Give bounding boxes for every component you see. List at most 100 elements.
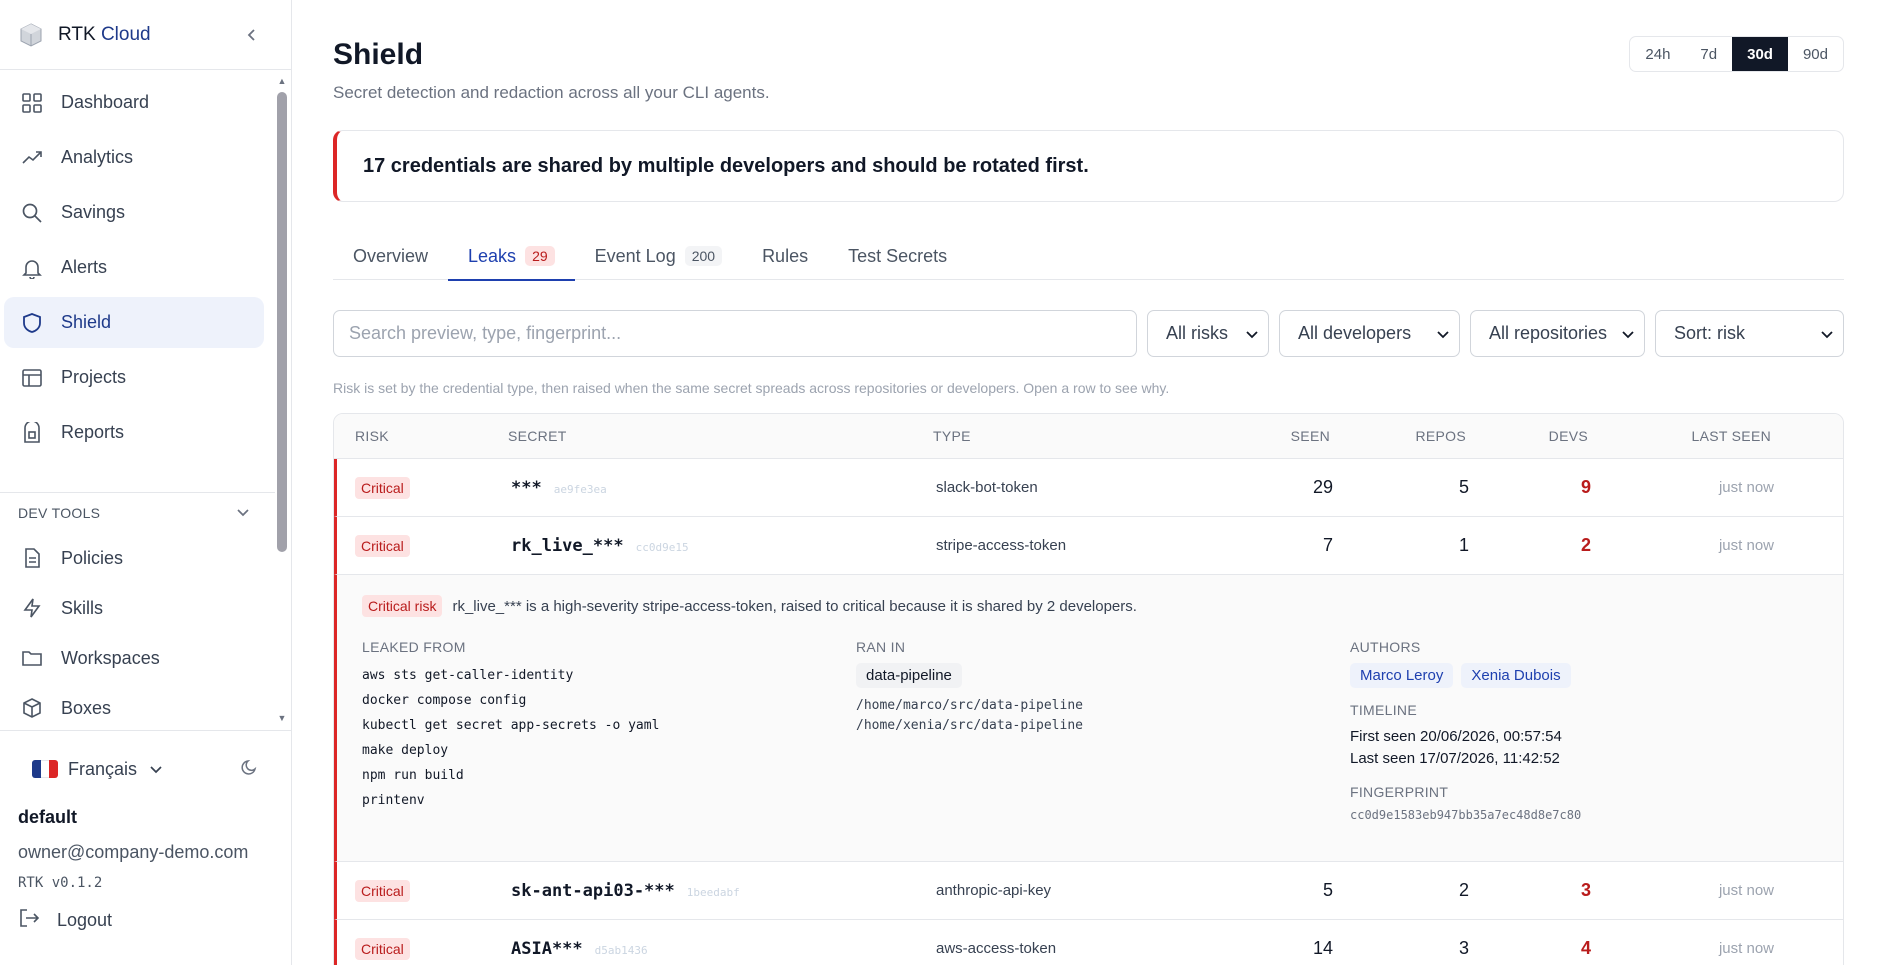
- author-chip[interactable]: Xenia Dubois: [1461, 663, 1571, 688]
- folder-icon: [20, 646, 44, 670]
- fingerprint-short: d5ab1436: [594, 943, 648, 957]
- devs-cell: 9: [1580, 477, 1591, 497]
- projects-icon: [20, 366, 44, 390]
- col-secret[interactable]: SECRET: [508, 428, 933, 444]
- tab-label: Leaks: [468, 245, 517, 266]
- col-seen[interactable]: SEEN: [1223, 428, 1330, 444]
- secret-cell: rk_live_*** cc0d9e15: [511, 536, 936, 556]
- document-icon: [20, 546, 44, 570]
- repos-cell: 3: [1458, 938, 1469, 958]
- col-repos[interactable]: REPOS: [1330, 428, 1466, 444]
- nav-item-skills[interactable]: Skills: [4, 585, 264, 631]
- scroll-up-arrow-icon[interactable]: ▲: [276, 75, 288, 87]
- col-type[interactable]: TYPE: [933, 428, 1223, 444]
- col-last-seen[interactable]: LAST SEEN: [1588, 428, 1771, 444]
- dark-mode-toggle-icon[interactable]: [241, 758, 259, 781]
- repo-chip[interactable]: data-pipeline: [856, 663, 962, 688]
- devs-cell: 2: [1580, 535, 1591, 555]
- sidebar-scrollbar[interactable]: ▲ ▼: [276, 72, 288, 724]
- fingerprint-short: cc0d9e15: [635, 540, 689, 554]
- tab-leaks[interactable]: Leaks 29: [448, 232, 575, 281]
- tab-event-log[interactable]: Event Log 200: [575, 232, 742, 280]
- last-seen-cell: just now: [1718, 537, 1774, 554]
- nav-item-shield[interactable]: Shield: [4, 297, 264, 348]
- select-value: All repositories: [1489, 323, 1608, 343]
- select-value: All developers: [1298, 323, 1412, 343]
- last-seen-cell: just now: [1718, 479, 1774, 496]
- table-row[interactable]: Critical *** ae9fe3ea slack-bot-token 29 …: [334, 459, 1843, 517]
- secret-preview: ***: [511, 477, 542, 498]
- authors-section: AUTHORS Marco Leroy Xenia Dubois TIMELINE…: [1350, 639, 1581, 822]
- author-chip[interactable]: Marco Leroy: [1350, 663, 1454, 688]
- nav-item-analytics[interactable]: Analytics: [4, 132, 264, 183]
- devs-cell: 3: [1580, 880, 1591, 900]
- range-30d[interactable]: 30d: [1732, 37, 1788, 71]
- bell-icon: [20, 256, 44, 280]
- scroll-down-arrow-icon[interactable]: ▼: [276, 712, 288, 724]
- chevron-down-icon[interactable]: [149, 759, 163, 780]
- tab-label: Overview: [353, 245, 429, 266]
- section-title: TIMELINE: [1350, 702, 1417, 718]
- seen-cell: 7: [1322, 535, 1333, 555]
- range-24h[interactable]: 24h: [1630, 37, 1685, 71]
- col-devs[interactable]: DEVS: [1466, 428, 1588, 444]
- leaked-command: make deploy: [362, 743, 449, 758]
- chevron-down-icon: [1622, 323, 1634, 344]
- repos-cell: 2: [1458, 880, 1469, 900]
- nav-label: Dashboard: [61, 92, 150, 112]
- nav-label: Policies: [61, 547, 124, 568]
- nav-item-policies[interactable]: Policies: [4, 535, 264, 581]
- risk-badge: Critical: [355, 879, 410, 902]
- sort-select[interactable]: Sort: risk: [1655, 310, 1844, 357]
- box-icon: [20, 696, 44, 720]
- range-7d[interactable]: 7d: [1685, 37, 1732, 71]
- risk-filter-select[interactable]: All risks: [1147, 310, 1269, 357]
- nav-item-boxes[interactable]: Boxes: [4, 685, 264, 731]
- brand-name: RTK Cloud: [58, 24, 151, 46]
- search-icon: [20, 201, 44, 225]
- nav-item-dashboard[interactable]: Dashboard: [4, 77, 264, 128]
- tab-count-badge: 200: [684, 246, 723, 266]
- nav-item-alerts[interactable]: Alerts: [4, 242, 264, 293]
- last-seen: Last seen 17/07/2026, 11:42:52: [1350, 750, 1560, 767]
- type-cell: slack-bot-token: [936, 479, 1038, 496]
- risk-badge: Critical risk: [362, 595, 443, 617]
- logout-label: Logout: [57, 910, 113, 930]
- page-title: Shield: [333, 38, 424, 71]
- dev-tools-toggle[interactable]: DEV TOOLS: [18, 505, 250, 521]
- detail-summary-text: rk_live_*** is a high-severity stripe-ac…: [452, 597, 1137, 615]
- table-header: RISK SECRET TYPE SEEN REPOS DEVS LAST SE…: [334, 414, 1843, 459]
- range-90d[interactable]: 90d: [1788, 37, 1843, 71]
- developers-filter-select[interactable]: All developers: [1279, 310, 1460, 357]
- language-selector[interactable]: Français: [68, 759, 137, 780]
- seen-cell: 14: [1312, 938, 1333, 958]
- select-value: All risks: [1166, 323, 1228, 343]
- detail-summary: Critical risk rk_live_*** is a high-seve…: [362, 595, 1137, 617]
- tab-overview[interactable]: Overview: [333, 232, 448, 280]
- tab-test-secrets[interactable]: Test Secrets: [828, 232, 967, 280]
- nav-item-savings[interactable]: Savings: [4, 187, 264, 238]
- nav-item-reports[interactable]: Reports: [4, 407, 264, 458]
- secret-cell: *** ae9fe3ea: [511, 478, 936, 498]
- page-subtitle: Secret detection and redaction across al…: [333, 83, 770, 102]
- table-row[interactable]: Critical ASIA*** d5ab1436 aws-access-toke…: [334, 920, 1843, 965]
- logout-button[interactable]: Logout: [0, 907, 291, 934]
- nav-item-workspaces[interactable]: Workspaces: [4, 635, 264, 681]
- first-seen: First seen 20/06/2026, 00:57:54: [1350, 728, 1562, 745]
- scroll-thumb[interactable]: [277, 92, 287, 552]
- tab-rules[interactable]: Rules: [742, 232, 828, 280]
- leaked-command: docker compose config: [362, 693, 527, 708]
- french-flag-icon: [32, 760, 58, 778]
- fingerprint-short: ae9fe3ea: [553, 482, 607, 496]
- nav-item-projects[interactable]: Projects: [4, 352, 264, 403]
- repositories-filter-select[interactable]: All repositories: [1470, 310, 1645, 357]
- repo-path: /home/xenia/src/data-pipeline: [856, 718, 1083, 733]
- table-row[interactable]: Critical sk-ant-api03-*** 1beedabf anthro…: [334, 862, 1843, 920]
- risk-badge: Critical: [355, 476, 410, 499]
- search-input[interactable]: [333, 310, 1137, 357]
- table-row-expanded[interactable]: Critical rk_live_*** cc0d9e15 stripe-acce…: [334, 517, 1843, 575]
- fingerprint-short: 1beedabf: [686, 885, 740, 899]
- rotation-alert: 17 credentials are shared by multiple de…: [333, 130, 1844, 202]
- collapse-sidebar-button[interactable]: [241, 24, 263, 46]
- col-risk[interactable]: RISK: [334, 428, 508, 444]
